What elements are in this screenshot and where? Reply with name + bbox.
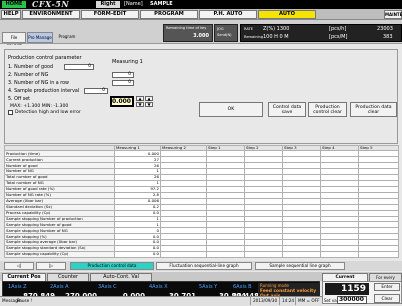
table-row: Sample stopping capability (Cp) 0.0	[4, 251, 399, 258]
production-table: Measuring 1 Measuring 2 Step 1 Step 2 Step 3…	[4, 144, 399, 258]
table-cell[interactable]	[244, 251, 283, 258]
production-control-data-tab[interactable]: Production control data	[70, 262, 154, 270]
app-logo: CFX-5N	[32, 0, 70, 9]
menu-form-edit[interactable]: FORM-EDIT	[81, 10, 139, 19]
next-button[interactable]: |▷	[36, 262, 66, 270]
axis-label: 4Axis X	[149, 284, 168, 290]
rate-panel: RATE Remaining Z(%) 1300 100 H 0 M [pcs/…	[240, 24, 402, 42]
message-text: Pause !	[17, 298, 33, 303]
rate-units-1: [pcs/h]	[329, 26, 347, 32]
param-label-sample-interval: 4. Sample production interval	[8, 89, 80, 94]
status-time: 14:24	[282, 298, 295, 303]
menu-program[interactable]: PROGRAM	[140, 10, 198, 19]
home-button[interactable]: HOME	[2, 1, 26, 8]
menu-help[interactable]: HELP	[1, 10, 21, 19]
mode-indicator: Right	[96, 1, 120, 8]
clear-button[interactable]: Clear	[374, 294, 400, 303]
name-label: [Name]	[124, 1, 143, 7]
status-separator	[250, 297, 251, 305]
sample-graph-tab[interactable]: Sample sequential line graph	[255, 262, 345, 270]
param-input-ng[interactable]: 0	[112, 72, 134, 78]
rate-number-2: 383	[383, 34, 393, 40]
param-label-ng-row: 3. Number of NG in a row	[8, 81, 69, 86]
param-input-sample-interval[interactable]: 0	[84, 88, 108, 94]
menu-environment[interactable]: ENVIRONMENT	[22, 10, 80, 19]
tab-current-pos[interactable]: Current Pos	[2, 273, 46, 281]
param-label-offset: 5. Off set	[8, 97, 31, 102]
axis-label: 3Axis C	[98, 284, 117, 290]
set-value-input[interactable]: 300000	[337, 296, 367, 304]
production-data-clear-button[interactable]: Production data clear	[350, 102, 397, 117]
menu-mainte[interactable]: MAINTE	[384, 10, 402, 19]
table-cell[interactable]: 0.0	[114, 251, 161, 258]
previous-button[interactable]: ◁|	[4, 262, 34, 270]
rate-label: RATE	[244, 27, 253, 31]
table-cell[interactable]	[320, 251, 359, 258]
parameter-title: Production control parameter	[8, 55, 82, 61]
name-value: SAMPLE	[150, 1, 173, 7]
param-input-ng-row[interactable]: 0	[112, 80, 134, 86]
rate-units-2: [pcs/M]	[329, 34, 348, 40]
table-cell[interactable]	[206, 251, 245, 258]
remaining-label: Remaining	[244, 35, 264, 39]
send-label: Send(N)	[217, 33, 232, 37]
tab-counter[interactable]: Counter	[47, 273, 89, 281]
program-button[interactable]: Program	[55, 32, 79, 43]
param-label-ng: 2. Number of NG	[8, 73, 49, 78]
remaining-time-label: Remaining time of key	[166, 26, 207, 30]
detection-label: Detection high and low error	[15, 110, 81, 115]
pro-manage-button[interactable]: Pro Manage	[27, 32, 53, 43]
offset-range: MAX: +1.300 MIN: -1.300	[10, 104, 69, 109]
enter-button[interactable]: Enter	[374, 283, 400, 291]
offset-up-fast-button[interactable]: ▲	[145, 96, 153, 101]
rate-line-1: Z(%) 1300	[263, 26, 290, 32]
offset-value[interactable]: 0.000	[110, 96, 134, 107]
table-cell[interactable]	[160, 251, 207, 258]
tab-current-production[interactable]: Current production	[322, 273, 368, 287]
fluctuation-graph-tab[interactable]: Fluctuation sequential-line graph	[156, 262, 252, 270]
tab-auto-cont-val[interactable]: Auto-Cont. Val	[90, 273, 152, 281]
table-row-label: Sample stopping capability (Cp)	[4, 251, 115, 258]
axis-label: 2Axis A	[50, 284, 69, 290]
axis-label: 1Axis Z	[8, 284, 27, 290]
rate-line-2: 100 H 0 M	[263, 34, 289, 40]
menu-ph-auto[interactable]: P.H. AUTO	[199, 10, 257, 19]
running-mode-label: Running mode	[260, 283, 290, 288]
axis-label: 6Axis B	[233, 284, 252, 290]
table-cell[interactable]	[282, 251, 321, 258]
status-date: 2013/09/30	[253, 298, 278, 303]
tab-for-every-product[interactable]: For every product	[369, 273, 402, 287]
control-data-save-button[interactable]: Control data save	[268, 102, 306, 117]
param-input-good[interactable]: 0	[64, 64, 94, 70]
status-separator	[295, 297, 296, 305]
detection-checkbox[interactable]	[8, 110, 13, 115]
measuring-label: Measuring 1	[112, 59, 143, 65]
jog-panel: JOG Send(N)	[214, 24, 238, 42]
offset-down-button[interactable]: ▼	[136, 102, 144, 107]
menu-auto[interactable]: AUTO	[258, 10, 316, 19]
status-separator	[279, 297, 280, 305]
remaining-time-value: 3.000	[193, 33, 209, 39]
offset-up-button[interactable]: ▲	[136, 96, 144, 101]
production-control-clear-button[interactable]: Production control clear	[308, 102, 347, 117]
offset-down-fast-button[interactable]: ▼	[145, 102, 153, 107]
ok-button[interactable]: OK	[199, 102, 263, 117]
remaining-time-panel: Remaining time of key 3.000	[163, 24, 213, 42]
file-select-button[interactable]: File SELECT	[2, 32, 26, 49]
status-mem: MM = OFF	[298, 298, 320, 303]
current-production-value: 1159	[325, 283, 369, 295]
table-cell[interactable]	[358, 251, 399, 258]
param-label-good: 1. Number of good	[8, 65, 54, 70]
rate-number-1: 23003	[377, 26, 393, 32]
